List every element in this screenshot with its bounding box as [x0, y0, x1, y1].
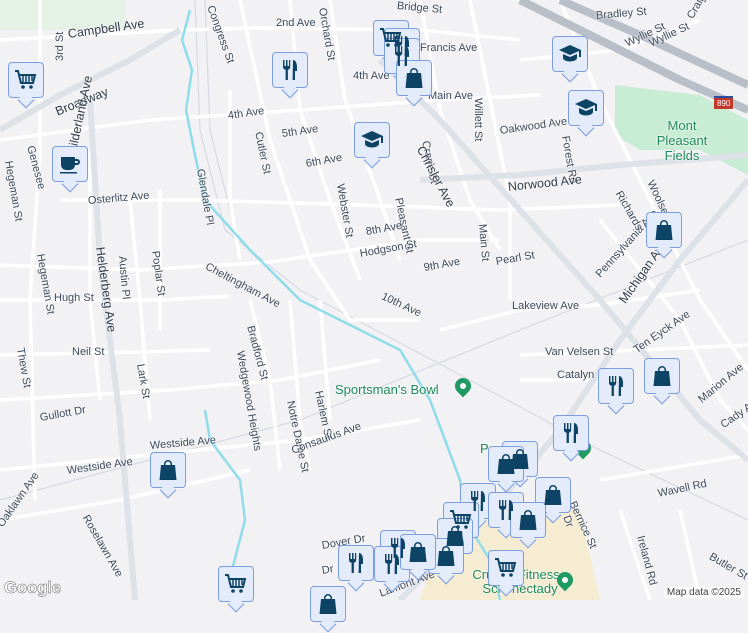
shopping-bag-icon: [316, 592, 340, 616]
shopping-bag-icon: [406, 540, 430, 564]
school-icon: [558, 42, 582, 66]
restaurant-marker[interactable]: [272, 52, 308, 88]
restaurant-icon: [380, 552, 404, 576]
shopping-bag-icon: [541, 483, 565, 507]
shopping-bag-marker[interactable]: [510, 502, 546, 538]
shopping-bag-marker[interactable]: [644, 358, 680, 394]
street-label: Willett St: [472, 98, 484, 142]
shopping-bag-icon: [156, 458, 180, 482]
restaurant-marker[interactable]: [598, 368, 634, 404]
restaurant-icon: [494, 498, 518, 522]
shopping-bag-icon: [402, 66, 426, 90]
shopping-bag-icon: [434, 544, 458, 568]
street-label: Van Velsen St: [545, 346, 614, 358]
highway-shield-890: 890: [714, 96, 734, 109]
restaurant-icon: [559, 421, 583, 445]
coffee-icon: [58, 152, 82, 176]
restaurant-icon: [344, 551, 368, 575]
shopping-bag-icon: [652, 218, 676, 242]
grocery-cart-icon: [224, 572, 248, 596]
poi-label-mont-pleasant-fields[interactable]: Mont Pleasant Fields: [642, 118, 722, 163]
coffee-marker[interactable]: [52, 146, 88, 182]
grocery-cart-icon: [14, 68, 38, 92]
restaurant-icon: [278, 58, 302, 82]
street-label: Lakeview Ave: [512, 300, 580, 312]
school-icon: [360, 128, 384, 152]
shopping-bag-icon: [650, 364, 674, 388]
street-label: 3rd St: [54, 31, 66, 61]
poi-label-sportsmans-bowl[interactable]: Sportsman's Bowl: [335, 382, 439, 397]
grocery-cart-marker[interactable]: [8, 62, 44, 98]
restaurant-marker[interactable]: [338, 545, 374, 581]
google-logo: Google: [4, 578, 62, 598]
street-label: Francis Ave: [420, 42, 478, 54]
school-marker[interactable]: [568, 90, 604, 126]
grocery-cart-marker[interactable]: [218, 566, 254, 602]
street-label: Hugh St: [54, 292, 94, 304]
shopping-bag-marker[interactable]: [400, 534, 436, 570]
street-label: Dr: [320, 563, 335, 577]
map-attribution[interactable]: Map data ©2025: [663, 587, 744, 598]
shopping-bag-marker[interactable]: [396, 60, 432, 96]
shopping-bag-marker[interactable]: [310, 586, 346, 622]
restaurant-icon: [390, 44, 414, 68]
grocery-cart-marker[interactable]: [488, 550, 524, 586]
street-label: Neil St: [72, 346, 105, 358]
restaurant-marker[interactable]: [553, 415, 589, 451]
shopping-bag-marker[interactable]: [646, 212, 682, 248]
grocery-cart-icon: [494, 556, 518, 580]
school-icon: [574, 96, 598, 120]
street-label: 2nd Ave: [276, 17, 316, 29]
shopping-bag-marker[interactable]: [150, 452, 186, 488]
school-marker[interactable]: [354, 122, 390, 158]
street-label: Main Ave: [428, 90, 474, 102]
school-marker[interactable]: [552, 36, 588, 72]
restaurant-icon: [604, 374, 628, 398]
shopping-bag-icon: [494, 452, 518, 476]
shopping-bag-icon: [516, 508, 540, 532]
